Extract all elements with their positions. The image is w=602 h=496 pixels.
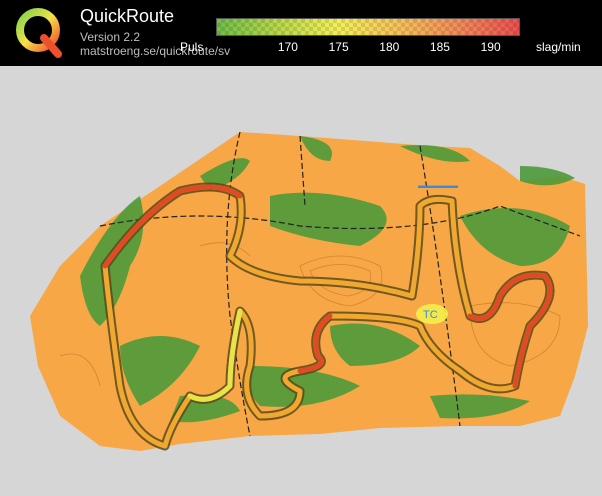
header-bar: QuickRoute Version 2.2 matstroeng.se/qui… [0, 0, 602, 66]
start-label-mark: ▬▬▬▬▬ [418, 181, 458, 190]
map-canvas: TC ▬▬▬▬▬ [0, 66, 602, 491]
legend-tick-label: 190 [480, 40, 501, 54]
legend-tick-label: 180 [379, 40, 400, 54]
legend-title: Puls [180, 40, 204, 54]
orienteering-map[interactable]: TC ▬▬▬▬▬ [0, 66, 602, 491]
quickroute-logo-icon [16, 8, 62, 58]
legend-tick-label: 185 [429, 40, 450, 54]
map-annotation: TC [423, 309, 438, 321]
legend-tick-label: 170 [277, 40, 298, 54]
heart-rate-legend-bar [216, 18, 520, 36]
app-url: matstroeng.se/quickroute/sv [80, 44, 231, 58]
legend-unit: slag/min [536, 40, 581, 54]
app-version: Version 2.2 [80, 30, 141, 44]
app-name: QuickRoute [80, 6, 175, 26]
legend-tick-label: 175 [328, 40, 349, 54]
